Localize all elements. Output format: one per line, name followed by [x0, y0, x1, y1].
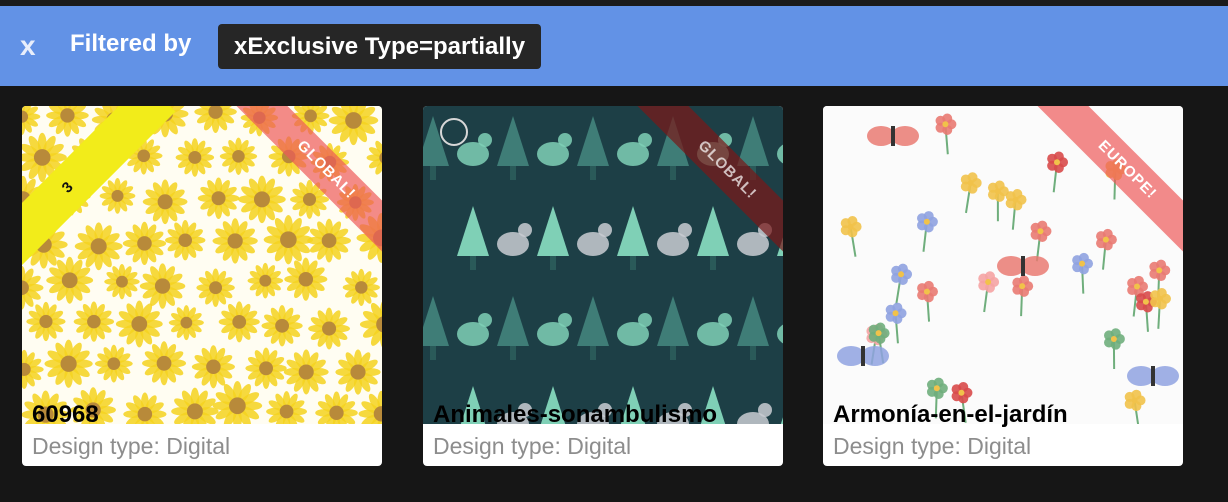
design-title: Animales-sonambulismo: [433, 401, 718, 428]
design-type: Design type: Digital: [833, 433, 1032, 459]
design-card[interactable]: EUROPE! Armonía-en-el-jardín Design type…: [823, 106, 1183, 466]
design-card[interactable]: GLOBAL! Animales-sonambulismo Design typ…: [423, 106, 783, 466]
design-title: 60968: [32, 401, 99, 428]
select-checkbox-icon[interactable]: [440, 118, 468, 146]
clear-filter-button[interactable]: x: [20, 32, 36, 60]
design-type: Design type: Digital: [32, 433, 231, 459]
active-filter-chip[interactable]: xExclusive Type=partially: [218, 24, 542, 69]
design-thumbnail: EUROPE!: [823, 106, 1183, 424]
design-title: Armonía-en-el-jardín: [833, 401, 1068, 428]
design-card[interactable]: GLOBAL! 3 60968 Design type: Digital: [22, 106, 382, 466]
design-thumbnail: GLOBAL! 3: [22, 106, 382, 424]
design-type: Design type: Digital: [433, 433, 632, 459]
filter-bar: x Filtered by xExclusive Type=partially: [0, 6, 1228, 86]
filter-label: Filtered by: [70, 30, 192, 57]
design-thumbnail: GLOBAL!: [423, 106, 783, 424]
